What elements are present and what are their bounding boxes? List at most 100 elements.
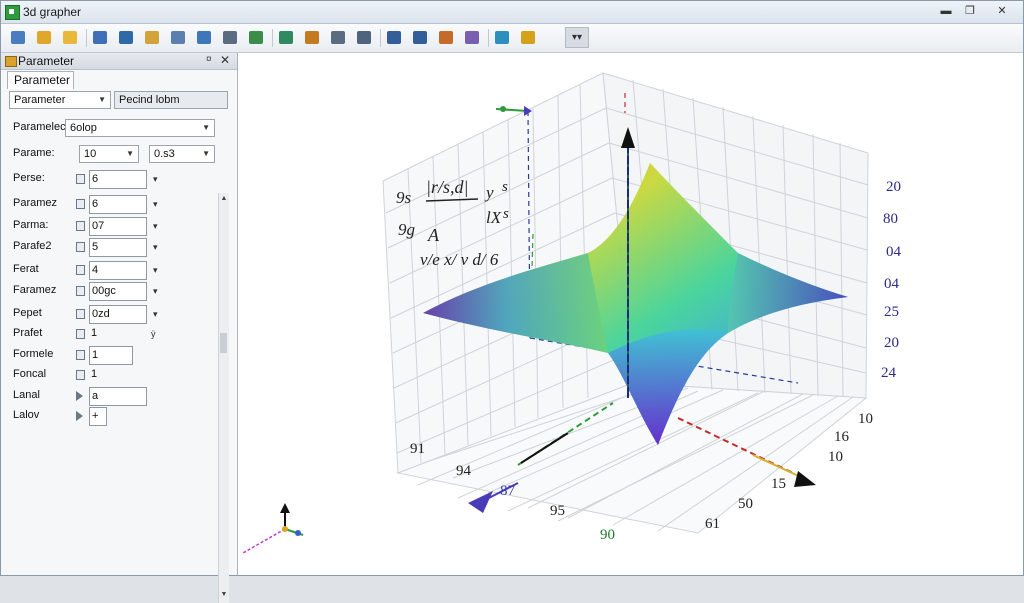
parameter-icon[interactable] [76,309,85,319]
panel-close-button[interactable]: ✕ [220,53,230,67]
param-label: Lanal [13,389,40,401]
param-dropdown-marker[interactable]: ▾ [153,199,158,210]
tick-label: 15 [771,476,786,492]
param-label: Parma: [13,219,49,231]
palette-icon [439,31,453,44]
param-select[interactable]: 10 ▼ [79,145,139,163]
function-button[interactable] [141,27,163,48]
graph-3d-view[interactable]: 9s |r/s,d| y s 9g A lX s v/e x/ v d/ 6 2… [238,53,1023,575]
scroll-down-icon[interactable]: ▼ [219,591,229,598]
tick-label: 04 [884,276,900,292]
parameter-mode-select[interactable]: Pecind lobm [114,91,228,109]
parameter-icon[interactable] [76,221,85,231]
pin-icon[interactable]: ¤ [206,54,212,65]
layers-icon [465,31,479,44]
tick-label: 95 [550,503,565,519]
param-input[interactable]: 6 [89,195,147,214]
tick-label: 25 [884,304,899,320]
minimize-button[interactable]: ▬ [935,4,957,20]
parameter-panel: Parameter ¤ ✕ Parameter Parameter ▼ Peci… [1,53,238,603]
open-folder-icon [37,31,51,44]
arrange-button[interactable] [353,27,375,48]
param-dropdown-marker[interactable]: ▾ [153,221,158,232]
param-input[interactable]: 00gc [89,282,147,301]
parameter-icon[interactable] [76,199,85,209]
split-button[interactable] [327,27,349,48]
param-dropdown-marker[interactable]: ▾ [153,309,158,320]
render-button[interactable] [491,27,513,48]
param-dropdown-marker[interactable]: ▾ [153,265,158,276]
open-folder-button[interactable] [33,27,55,48]
vector-button[interactable] [275,27,297,48]
close-button[interactable]: ✕ [991,4,1013,20]
param-input[interactable]: 07 [89,217,147,236]
param-dropdown-marker[interactable]: ▾ [153,286,158,297]
surface-icon [197,31,211,44]
tick-label: 24 [881,365,897,381]
layers-button[interactable] [461,27,483,48]
new-file-icon [11,31,25,44]
parameter-icon[interactable] [76,370,85,380]
rotate-button[interactable] [115,27,137,48]
tick-label: 61 [705,516,720,532]
param-input[interactable]: 4 [89,261,147,280]
param-input[interactable]: + [89,407,107,426]
surface-button[interactable] [193,27,215,48]
param-input[interactable]: 5 [89,238,147,257]
param-label: Prafet [13,327,43,339]
palette-button[interactable] [435,27,457,48]
graph-canvas[interactable]: 9s |r/s,d| y s 9g A lX s v/e x/ v d/ 6 2… [238,53,1023,575]
tick-label: 90 [600,527,615,543]
scrollbar-thumb[interactable] [220,333,227,353]
app-logo-icon [5,5,20,20]
scroll-up-icon[interactable]: ▲ [219,195,229,202]
parameter-icon[interactable] [76,242,85,252]
orientation-gizmo[interactable] [242,503,304,554]
link-button[interactable] [167,27,189,48]
param-input[interactable]: 1 [89,346,133,365]
parameter-type-value: Parameter [14,94,66,106]
parameter-icon[interactable] [76,265,85,275]
zoom-in-icon [387,31,401,44]
zoom-out-button[interactable] [409,27,431,48]
parameter-icon[interactable] [76,329,85,339]
toolbar-overflow-button[interactable]: ▾▾ [565,27,589,48]
param-input[interactable]: 1 [89,325,109,344]
param-label: Parafe2 [13,240,52,252]
new-file-button[interactable] [7,27,29,48]
maximize-button[interactable]: ❐ [959,4,981,20]
param-dropdown-marker[interactable]: ÿ [151,329,156,339]
parameter-type-select[interactable]: Parameter ▼ [9,91,111,109]
param-dropdown-marker[interactable]: ▾ [153,174,158,185]
toolbar-separator [380,29,381,47]
pin-button[interactable] [301,27,323,48]
copy-button[interactable] [89,27,111,48]
cursor-icon [223,31,237,44]
param-input[interactable]: 6 [89,170,147,189]
parameter-icon[interactable] [76,174,85,184]
star-button[interactable] [517,27,539,48]
param-input[interactable]: 1 [89,366,109,385]
zoom-in-button[interactable] [383,27,405,48]
copy-icon [93,31,107,44]
formula-term-2b: A [427,225,440,245]
parameter-icon[interactable] [76,286,85,296]
play-icon[interactable] [76,391,83,401]
tick-label: 10 [858,411,873,427]
arrange-icon [357,31,371,44]
param-input[interactable]: 0zd [89,305,147,324]
tick-label: 80 [883,211,898,227]
formula-term-2c: lX [486,208,502,227]
param-select[interactable]: 6olop ▼ [65,119,215,137]
cursor-button[interactable] [219,27,241,48]
tab-parameter[interactable]: Parameter [7,71,74,89]
axis-button[interactable] [245,27,267,48]
play-icon[interactable] [76,411,83,421]
param-dropdown-marker[interactable]: ▾ [153,242,158,253]
parameter-icon[interactable] [76,350,85,360]
edit-button[interactable] [59,27,81,48]
param-input[interactable]: a [89,387,147,406]
param-select-secondary[interactable]: 0.s3 ▼ [149,145,215,163]
panel-scrollbar[interactable]: ▲ ▼ [218,193,229,603]
title-bar: 3d grapher ▬ ❐ ✕ [1,1,1023,24]
